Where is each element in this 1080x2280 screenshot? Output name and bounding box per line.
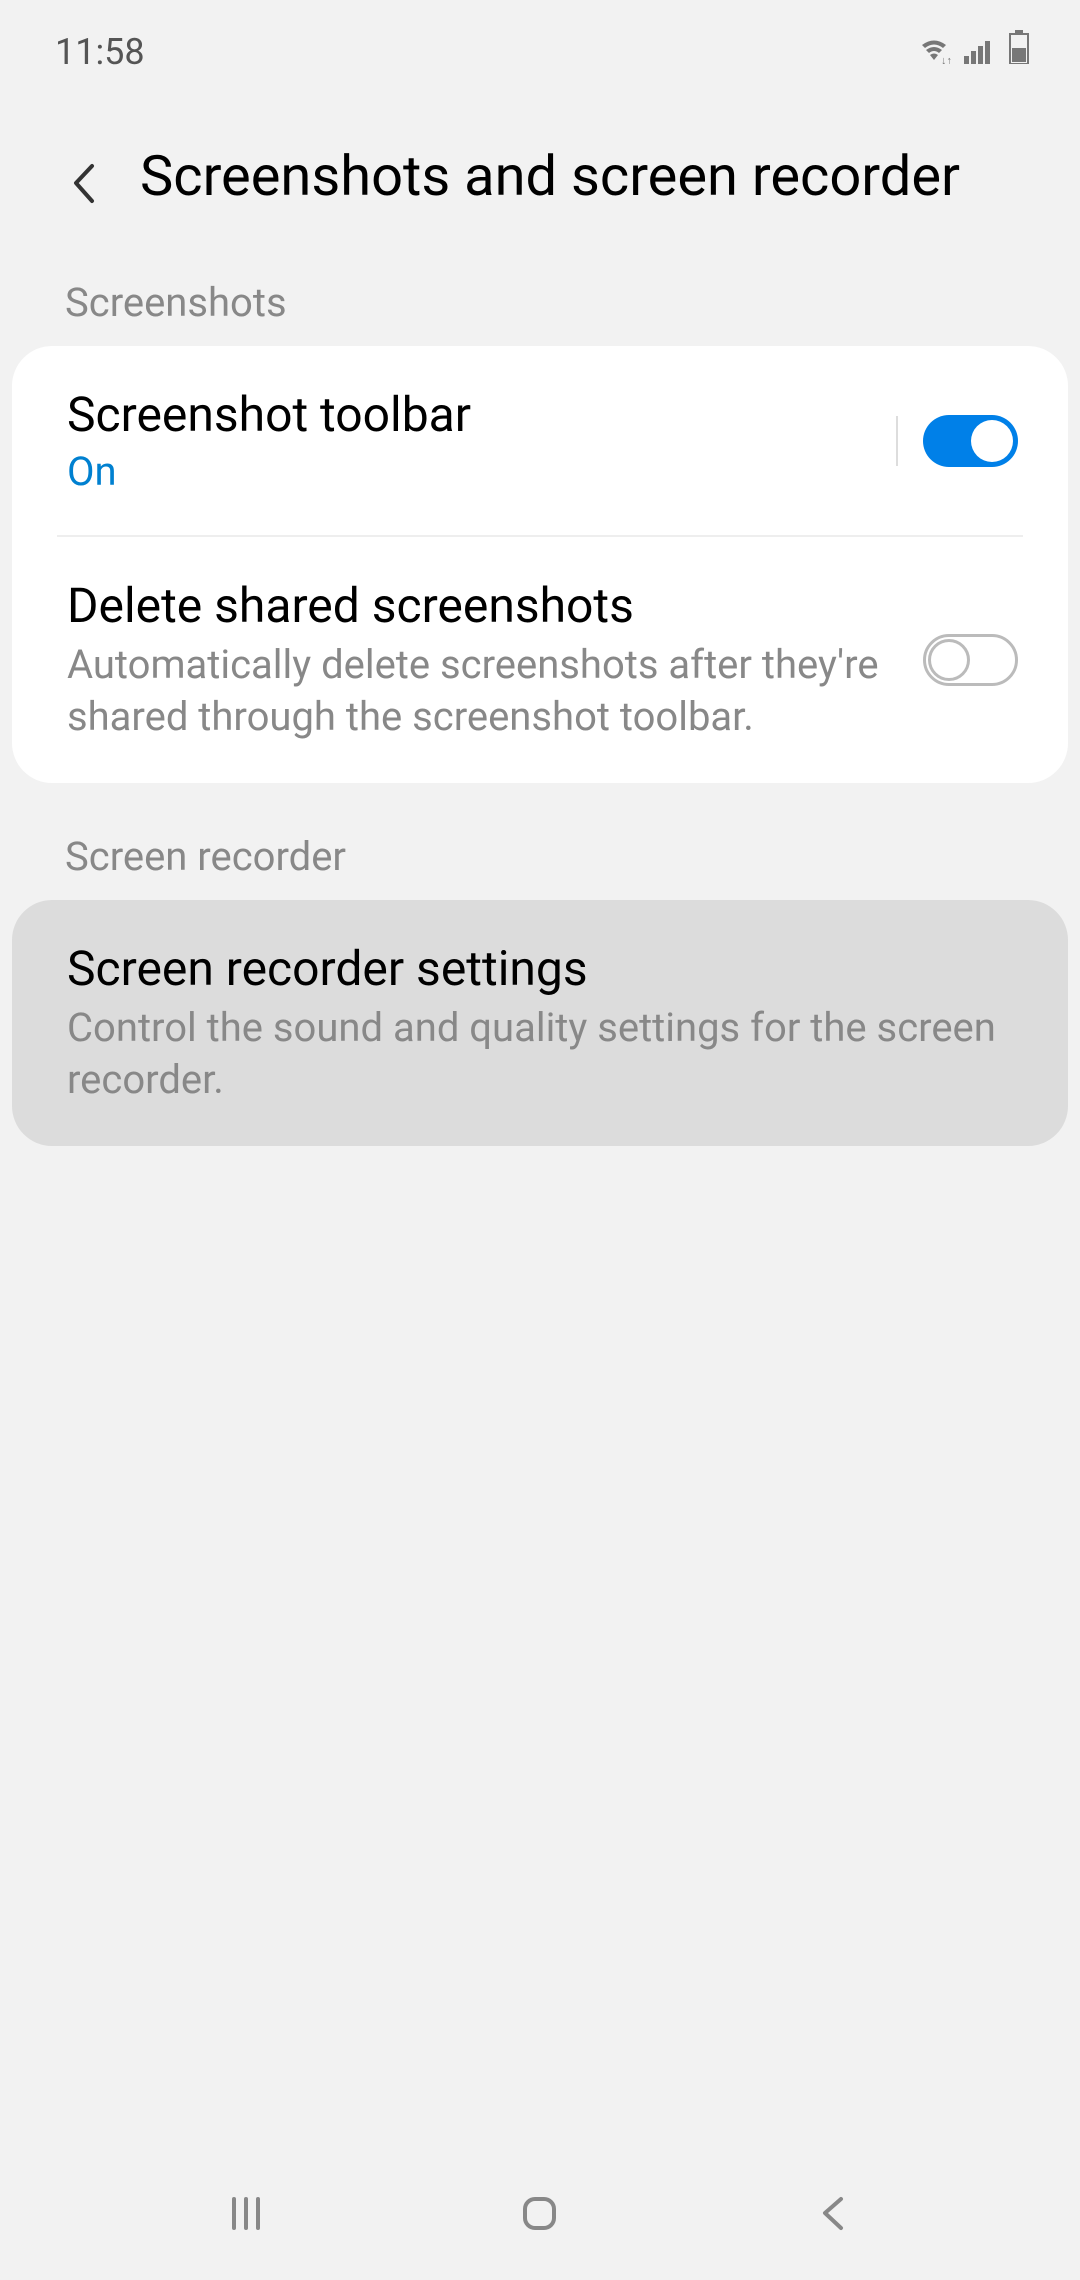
delete-shared-row[interactable]: Delete shared screenshots Automatically … [12,537,1068,783]
svg-text:↓↑: ↓↑ [941,54,952,64]
screenshots-card: Screenshot toolbar On Delete shared scre… [12,346,1068,783]
home-button[interactable] [517,2191,562,2240]
toggle-divider [896,416,898,466]
delete-shared-text: Delete shared screenshots Automatically … [67,577,923,743]
screenshot-toolbar-text: Screenshot toolbar On [67,386,896,495]
page-header: Screenshots and screen recorder [0,93,1080,279]
navigation-bar [0,2150,1080,2280]
recorder-settings-text: Screen recorder settings Control the sou… [67,940,1018,1106]
back-nav-button[interactable] [811,2191,856,2240]
status-icons: ↓↑ [916,30,1030,73]
screenshot-toolbar-row[interactable]: Screenshot toolbar On [12,346,1068,535]
status-bar: 11:58 ↓↑ [0,0,1080,93]
signal-icon [964,31,996,73]
section-header-screenshots: Screenshots [0,279,1080,346]
page-title: Screenshots and screen recorder [140,143,960,209]
delete-shared-toggle[interactable] [923,634,1018,686]
wifi-icon: ↓↑ [916,31,952,73]
back-button[interactable] [70,161,100,191]
recorder-settings-description: Control the sound and quality settings f… [67,1002,1018,1106]
screenshot-toolbar-toggle[interactable] [923,415,1018,467]
screenshot-toolbar-status: On [67,448,896,495]
battery-icon [1008,30,1030,73]
delete-shared-description: Automatically delete screenshots after t… [67,639,923,743]
screenshot-toolbar-toggle-area [896,415,1018,467]
status-time: 11:58 [55,31,145,73]
recents-button[interactable] [224,2191,269,2240]
section-header-recorder: Screen recorder [0,833,1080,900]
delete-shared-title: Delete shared screenshots [67,577,923,634]
recorder-card: Screen recorder settings Control the sou… [12,900,1068,1146]
recorder-settings-row[interactable]: Screen recorder settings Control the sou… [12,900,1068,1146]
recorder-settings-title: Screen recorder settings [67,940,1018,997]
screenshot-toolbar-title: Screenshot toolbar [67,386,896,443]
